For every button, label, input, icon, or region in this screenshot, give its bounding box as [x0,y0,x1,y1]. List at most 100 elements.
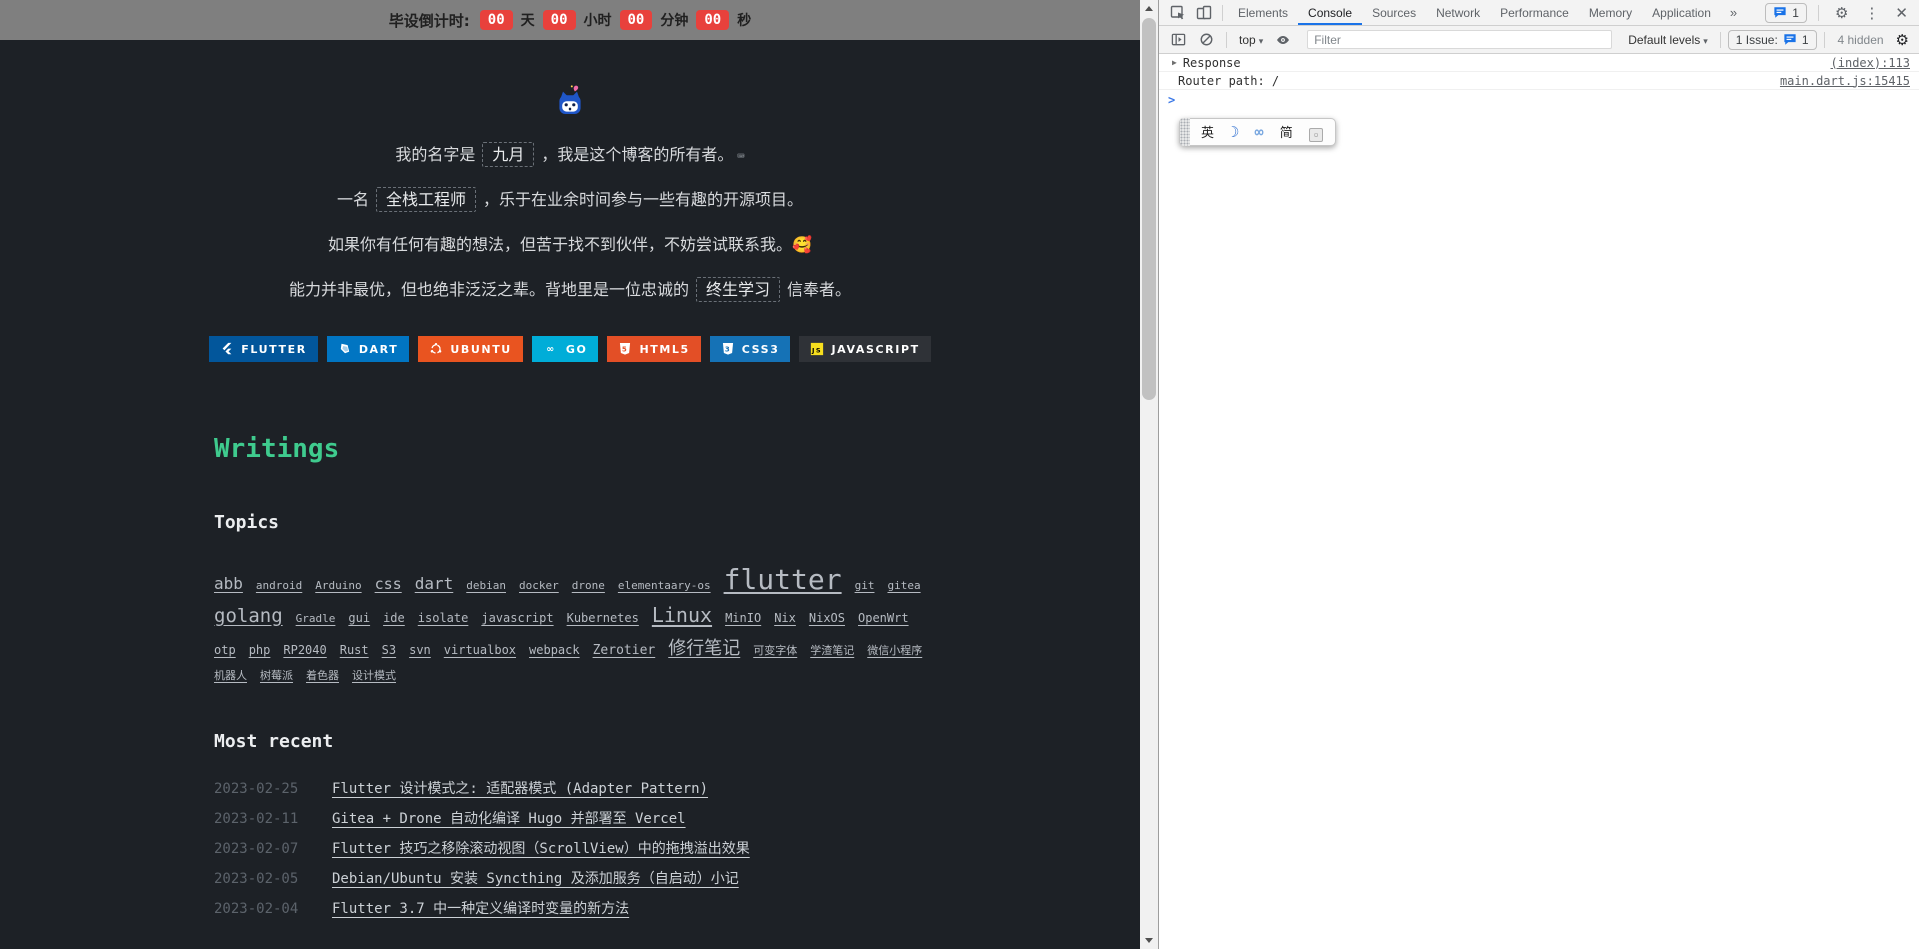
source-location-link[interactable]: (index):113 [1831,56,1910,70]
topic-tag[interactable]: abb [214,574,243,593]
topic-tag[interactable]: 微信小程序 [867,642,922,658]
expand-triangle-icon[interactable]: ▶ [1172,58,1177,67]
topic-tag[interactable]: ide [383,611,405,625]
tech-badge[interactable]: 3 CSS3 [709,336,791,362]
post-title-link[interactable]: Flutter 设计模式之: 适配器模式 (Adapter Pattern) [332,778,708,798]
topic-tag[interactable]: Nix [774,611,796,625]
topic-tag[interactable]: S3 [382,643,396,657]
issues-badge[interactable]: 1 Issue: 1 [1727,29,1817,50]
settings-gear-icon[interactable]: ⚙ [1830,4,1853,22]
topic-tag[interactable]: OpenWrt [858,611,909,625]
devtools-tab[interactable]: Performance [1490,0,1579,25]
scrollbar-thumb[interactable] [1142,18,1156,400]
intro-text: 信奉者。 [787,280,852,299]
moon-icon[interactable]: ☽ [1230,123,1239,141]
translate-extension-toolbar: 英 ☽ ∞ 简 ▫ [1179,118,1337,146]
topic-tag[interactable]: git [855,579,875,592]
context-selector-dropdown[interactable]: top ▾ [1234,33,1268,47]
topic-tag[interactable]: css [375,575,402,593]
topic-tag[interactable]: Arduino [315,579,361,592]
topic-tag[interactable]: Linux [652,603,712,627]
small-button-icon[interactable]: ▫ [1309,127,1324,142]
post-title-link[interactable]: Debian/Ubuntu 安装 Syncthing 及添加服务（自启动）小记 [332,868,739,888]
topic-tag[interactable]: 可变字体 [753,642,797,658]
close-devtools-icon[interactable]: ✕ [1890,4,1913,22]
glasses-icon[interactable]: ∞ [1255,123,1264,141]
topic-tag[interactable]: webpack [529,643,580,657]
issues-counter-badge[interactable]: 1 [1765,2,1807,23]
tech-badge[interactable]: 5 HTML5 [607,336,701,362]
badge-label: CSS3 [741,342,780,356]
inspect-element-icon[interactable] [1165,1,1191,25]
console-prompt-chevron[interactable]: > [1159,90,1919,108]
console-settings-gear-icon[interactable]: ⚙ [1892,31,1913,49]
topic-tag[interactable]: 着色器 [306,667,339,683]
simplified-chinese-icon[interactable]: 简 [1280,126,1293,141]
source-location-link[interactable]: main.dart.js:15415 [1780,74,1910,88]
scrollbar-up-arrow[interactable] [1140,0,1158,17]
page-scrollbar[interactable] [1140,0,1158,949]
topic-tag[interactable]: golang [214,605,283,627]
topic-tag[interactable]: Zerotier [593,643,656,658]
topic-tag[interactable]: drone [572,579,605,592]
topic-tag[interactable]: virtualbox [444,643,516,657]
topic-tag[interactable]: Rust [340,643,369,657]
scrollbar-down-arrow[interactable] [1140,932,1158,949]
topic-tag[interactable]: otp [214,643,236,657]
topic-tag[interactable]: debian [466,579,506,592]
blog-page: 毕设倒计时: 00 天 00 小时 00 分钟 00 秒 我的名字是 九月 ，我… [0,0,1140,949]
topic-tag[interactable]: NixOS [809,611,845,625]
topic-tag[interactable]: flutter [724,563,842,596]
eye-icon[interactable] [1270,28,1296,52]
topic-tag[interactable]: dart [415,574,454,593]
topic-tag[interactable]: gitea [887,579,920,592]
countdown-unit-label: 分钟 [660,13,689,29]
devtools-tab[interactable]: Application [1642,0,1721,25]
topic-tag[interactable]: MinIO [725,611,761,625]
topic-tag[interactable]: docker [519,579,559,592]
tech-badge[interactable]: ∞ GO [531,336,599,362]
devtools-tab[interactable]: Network [1426,0,1490,25]
device-toolbar-icon[interactable] [1191,1,1217,25]
topic-tag[interactable]: android [256,579,302,592]
message-bubble-icon [1774,7,1786,18]
topic-tag[interactable]: gui [348,611,370,625]
topic-tag[interactable]: 修行笔记 [668,634,740,660]
devtools-tab[interactable]: Console [1298,0,1362,25]
topic-tag[interactable]: elementaary-os [618,579,711,592]
recent-post-row: 2023-02-05 Debian/Ubuntu 安装 Syncthing 及添… [214,868,926,888]
topic-tag[interactable]: 学渣笔记 [810,642,854,658]
topic-tag[interactable]: svn [409,643,431,657]
devtools-tab[interactable]: Elements [1228,0,1298,25]
drag-handle[interactable] [1180,118,1190,146]
console-filter-input[interactable] [1307,30,1613,49]
divider [1226,31,1227,48]
tech-badge[interactable]: UBUNTU [418,336,523,362]
topic-tag[interactable]: 设计模式 [352,667,396,683]
kebab-menu-icon[interactable]: ⋮ [1859,4,1884,22]
tech-badge[interactable]: FLUTTER [209,336,318,362]
topic-tag[interactable]: Gradle [296,612,336,625]
tech-badge[interactable]: JS JAVASCRIPT [799,336,931,362]
topic-tag[interactable]: javascript [481,611,553,625]
english-char-icon[interactable]: 英 [1201,126,1214,141]
topic-tag[interactable]: isolate [418,611,469,625]
log-levels-dropdown[interactable]: Default levels ▾ [1623,33,1713,47]
issues-label: 1 Issue: [1735,32,1778,47]
devtools-tab[interactable]: Sources [1362,0,1426,25]
keyboard-icon: ⌨ [737,149,745,163]
topic-tag[interactable]: php [249,643,271,657]
devtools-tab[interactable]: Memory [1579,0,1642,25]
intro-text: 能力并非最优，但也绝非泛泛之辈。背地里是一位忠诚的 [288,280,689,299]
topic-tag[interactable]: 机器人 [214,667,247,683]
console-sidebar-toggle-icon[interactable] [1165,28,1191,52]
post-title-link[interactable]: Gitea + Drone 自动化编译 Hugo 并部署至 Vercel [332,808,686,828]
clear-console-icon[interactable] [1193,28,1219,52]
topic-tag[interactable]: 树莓派 [260,667,293,683]
topic-tag[interactable]: RP2040 [283,643,326,657]
more-tabs-icon[interactable]: » [1721,5,1746,20]
topic-tag[interactable]: Kubernetes [567,611,639,625]
tech-badge[interactable]: DART [326,336,410,362]
post-title-link[interactable]: Flutter 3.7 中一种定义编译时变量的新方法 [332,898,629,918]
post-title-link[interactable]: Flutter 技巧之移除滚动视图（ScrollView）中的拖拽溢出效果 [332,838,750,858]
